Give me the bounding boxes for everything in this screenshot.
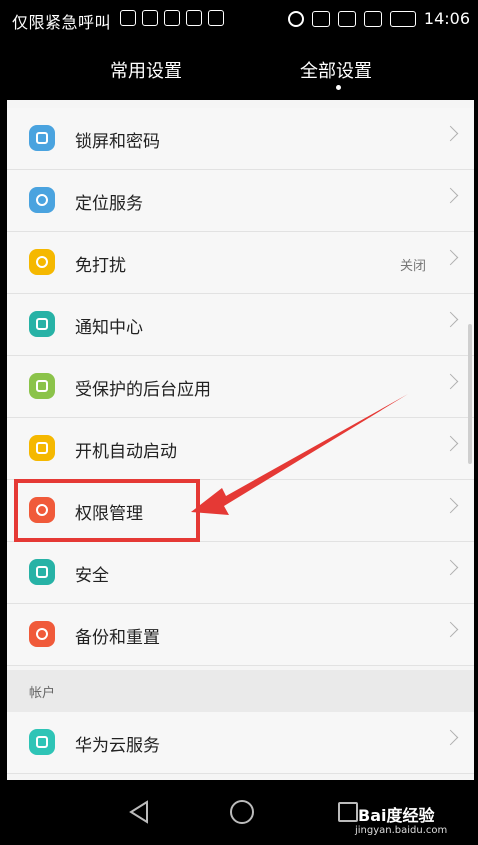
- watermark-brand: Bai度经验: [358, 806, 435, 825]
- home-icon[interactable]: [230, 800, 254, 824]
- recent-apps-icon[interactable]: [338, 802, 358, 822]
- back-icon[interactable]: [128, 800, 150, 824]
- watermark-url: jingyan.baidu.com: [355, 825, 448, 836]
- pointer-arrow: [191, 394, 408, 515]
